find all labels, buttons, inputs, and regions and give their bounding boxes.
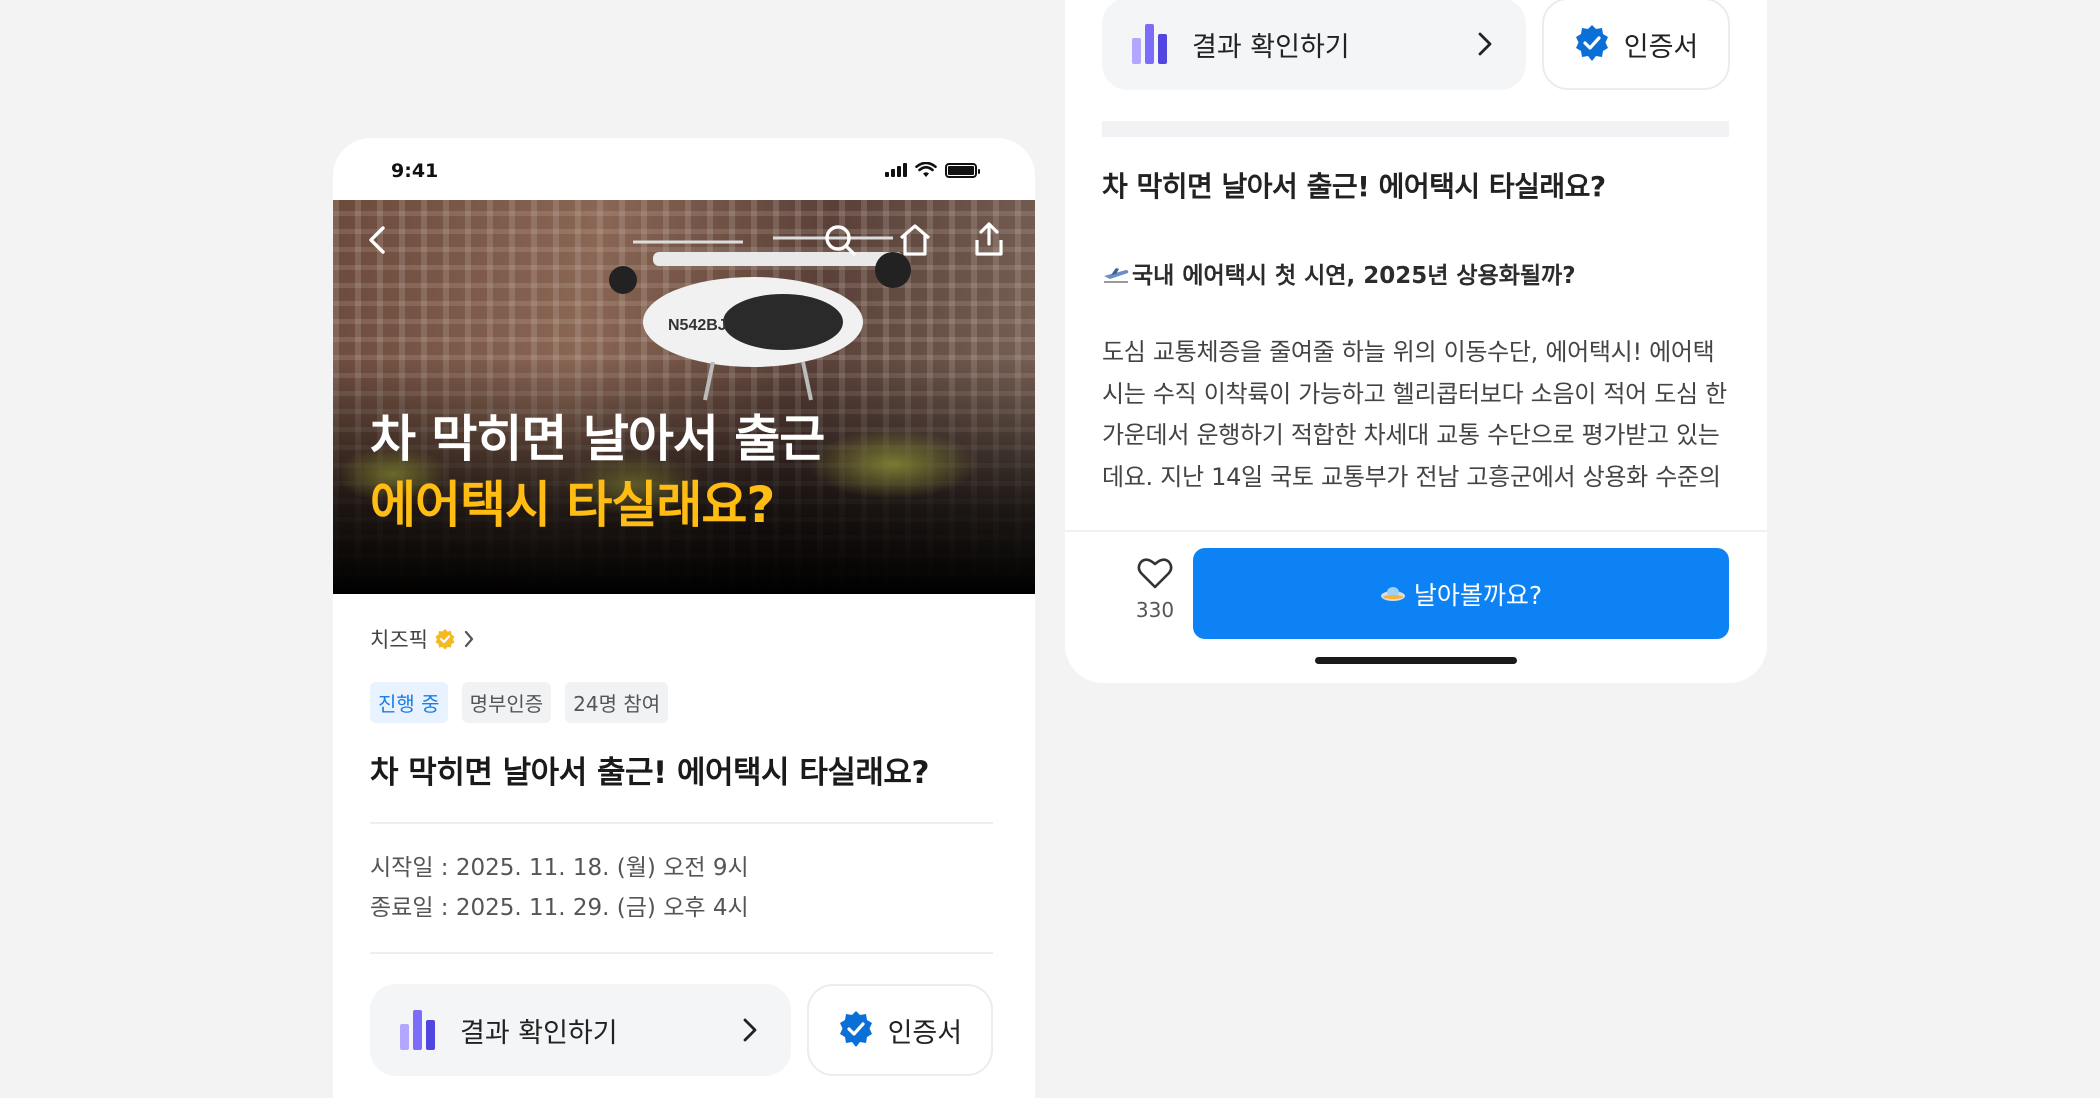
detail-subtitle: 국내 에어택시 첫 시연, 2025년 상용화될까? — [1102, 256, 1576, 290]
status-icons — [885, 162, 980, 178]
home-icon[interactable] — [895, 220, 935, 260]
back-icon[interactable] — [359, 220, 399, 260]
footer-divider — [1065, 530, 1767, 532]
end-date: 종료일 : 2025. 11. 29. (금) 오후 4시 — [370, 895, 749, 921]
certificate-label: 인증서 — [887, 1017, 963, 1049]
like-button[interactable]: 330 — [1115, 556, 1195, 626]
hero-title-line1: 차 막히면 날아서 출근 — [370, 410, 825, 468]
chevron-right-icon — [1478, 32, 1492, 56]
fly-cta-button[interactable]: 날아볼까요? — [1193, 548, 1729, 639]
heart-icon — [1137, 558, 1173, 589]
channel-name: 치즈픽 — [370, 628, 428, 652]
verification-tag: 명부인증 — [461, 682, 552, 723]
status-tag: 진행 중 — [370, 682, 448, 723]
like-count: 330 — [1135, 598, 1175, 622]
view-results-button[interactable]: 결과 확인하기 — [370, 984, 791, 1076]
post-title: 차 막히면 날아서 출근! 에어택시 타실래요? — [370, 755, 929, 791]
divider — [370, 952, 993, 954]
detail-body: 도심 교통체증을 줄여줄 하늘 위의 이동수단, 에어택시! 에어택시는 수직 … — [1102, 332, 1729, 490]
hero-nav — [333, 220, 1035, 260]
detail-title: 차 막히면 날아서 출근! 에어택시 타실래요? — [1102, 170, 1606, 203]
stage: 9:41 N542BJ 차 막히면 날아서 출근 에어택시 타실래요? 치즈픽 … — [0, 0, 2100, 1098]
hero-title-line2: 에어택시 타실래요? — [370, 476, 775, 534]
divider — [370, 822, 993, 824]
air-taxi-illustration: N542BJ — [609, 236, 911, 401]
fly-cta-label: 날아볼까요? — [1413, 580, 1543, 610]
action-row: 결과 확인하기 인증서 — [370, 984, 993, 1076]
section-separator — [1102, 121, 1729, 137]
chevron-right-icon — [464, 630, 474, 648]
hero-title: 차 막히면 날아서 출근 에어택시 타실래요? — [370, 406, 825, 538]
home-indicator — [1315, 657, 1517, 664]
detail-body-text: 도심 교통체증을 줄여줄 하늘 위의 이동수단, 에어택시! 에어택시는 수직 … — [1102, 338, 1727, 490]
certificate-button[interactable]: 인증서 — [806, 984, 993, 1076]
certificate-label: 인증서 — [1623, 31, 1699, 63]
airplane-icon — [1104, 268, 1129, 283]
wifi-icon — [915, 162, 937, 177]
schedule: 시작일 : 2025. 11. 18. (월) 오전 9시 종료일 : 2025… — [370, 848, 993, 928]
battery-icon — [945, 162, 980, 178]
start-date: 시작일 : 2025. 11. 18. (월) 오전 9시 — [370, 855, 749, 881]
participants-tag: 24명 참여 — [565, 682, 669, 723]
svg-text:N542BJ: N542BJ — [668, 317, 727, 334]
signal-icon — [885, 163, 907, 177]
certificate-badge-icon — [839, 1011, 872, 1047]
phone-left: 9:41 N542BJ 차 막히면 날아서 출근 에어택시 타실래요? 치즈픽 … — [333, 138, 1035, 1098]
verified-badge-icon — [435, 629, 455, 650]
view-results-label: 결과 확인하기 — [460, 1017, 618, 1049]
bar-chart-icon — [1132, 24, 1172, 64]
chevron-right-icon — [743, 1018, 757, 1042]
action-row: 결과 확인하기 인증서 — [1102, 0, 1730, 90]
view-results-label: 결과 확인하기 — [1192, 31, 1350, 63]
certificate-badge-icon — [1575, 25, 1608, 61]
phone-right: 결과 확인하기 인증서 차 막히면 날아서 출근! 에어택시 타실래요? 국내 … — [1065, 0, 1767, 683]
certificate-button[interactable]: 인증서 — [1542, 0, 1730, 90]
post-info: 치즈픽 진행 중 명부인증 24명 참여 차 막히면 날아서 출근! 에어택시 … — [333, 624, 1035, 1076]
search-icon[interactable] — [820, 220, 860, 260]
channel-link[interactable]: 치즈픽 — [370, 624, 993, 654]
detail-subtitle-text: 국내 에어택시 첫 시연, 2025년 상용화될까? — [1132, 263, 1576, 289]
tag-list: 진행 중 명부인증 24명 참여 — [370, 682, 993, 723]
share-icon[interactable] — [969, 220, 1009, 260]
hero-banner: N542BJ 차 막히면 날아서 출근 에어택시 타실래요? — [333, 200, 1035, 594]
ufo-icon — [1380, 586, 1405, 601]
status-bar: 9:41 — [333, 138, 1035, 200]
view-results-button[interactable]: 결과 확인하기 — [1102, 0, 1526, 90]
status-time: 9:41 — [391, 160, 439, 182]
bar-chart-icon — [400, 1010, 440, 1050]
